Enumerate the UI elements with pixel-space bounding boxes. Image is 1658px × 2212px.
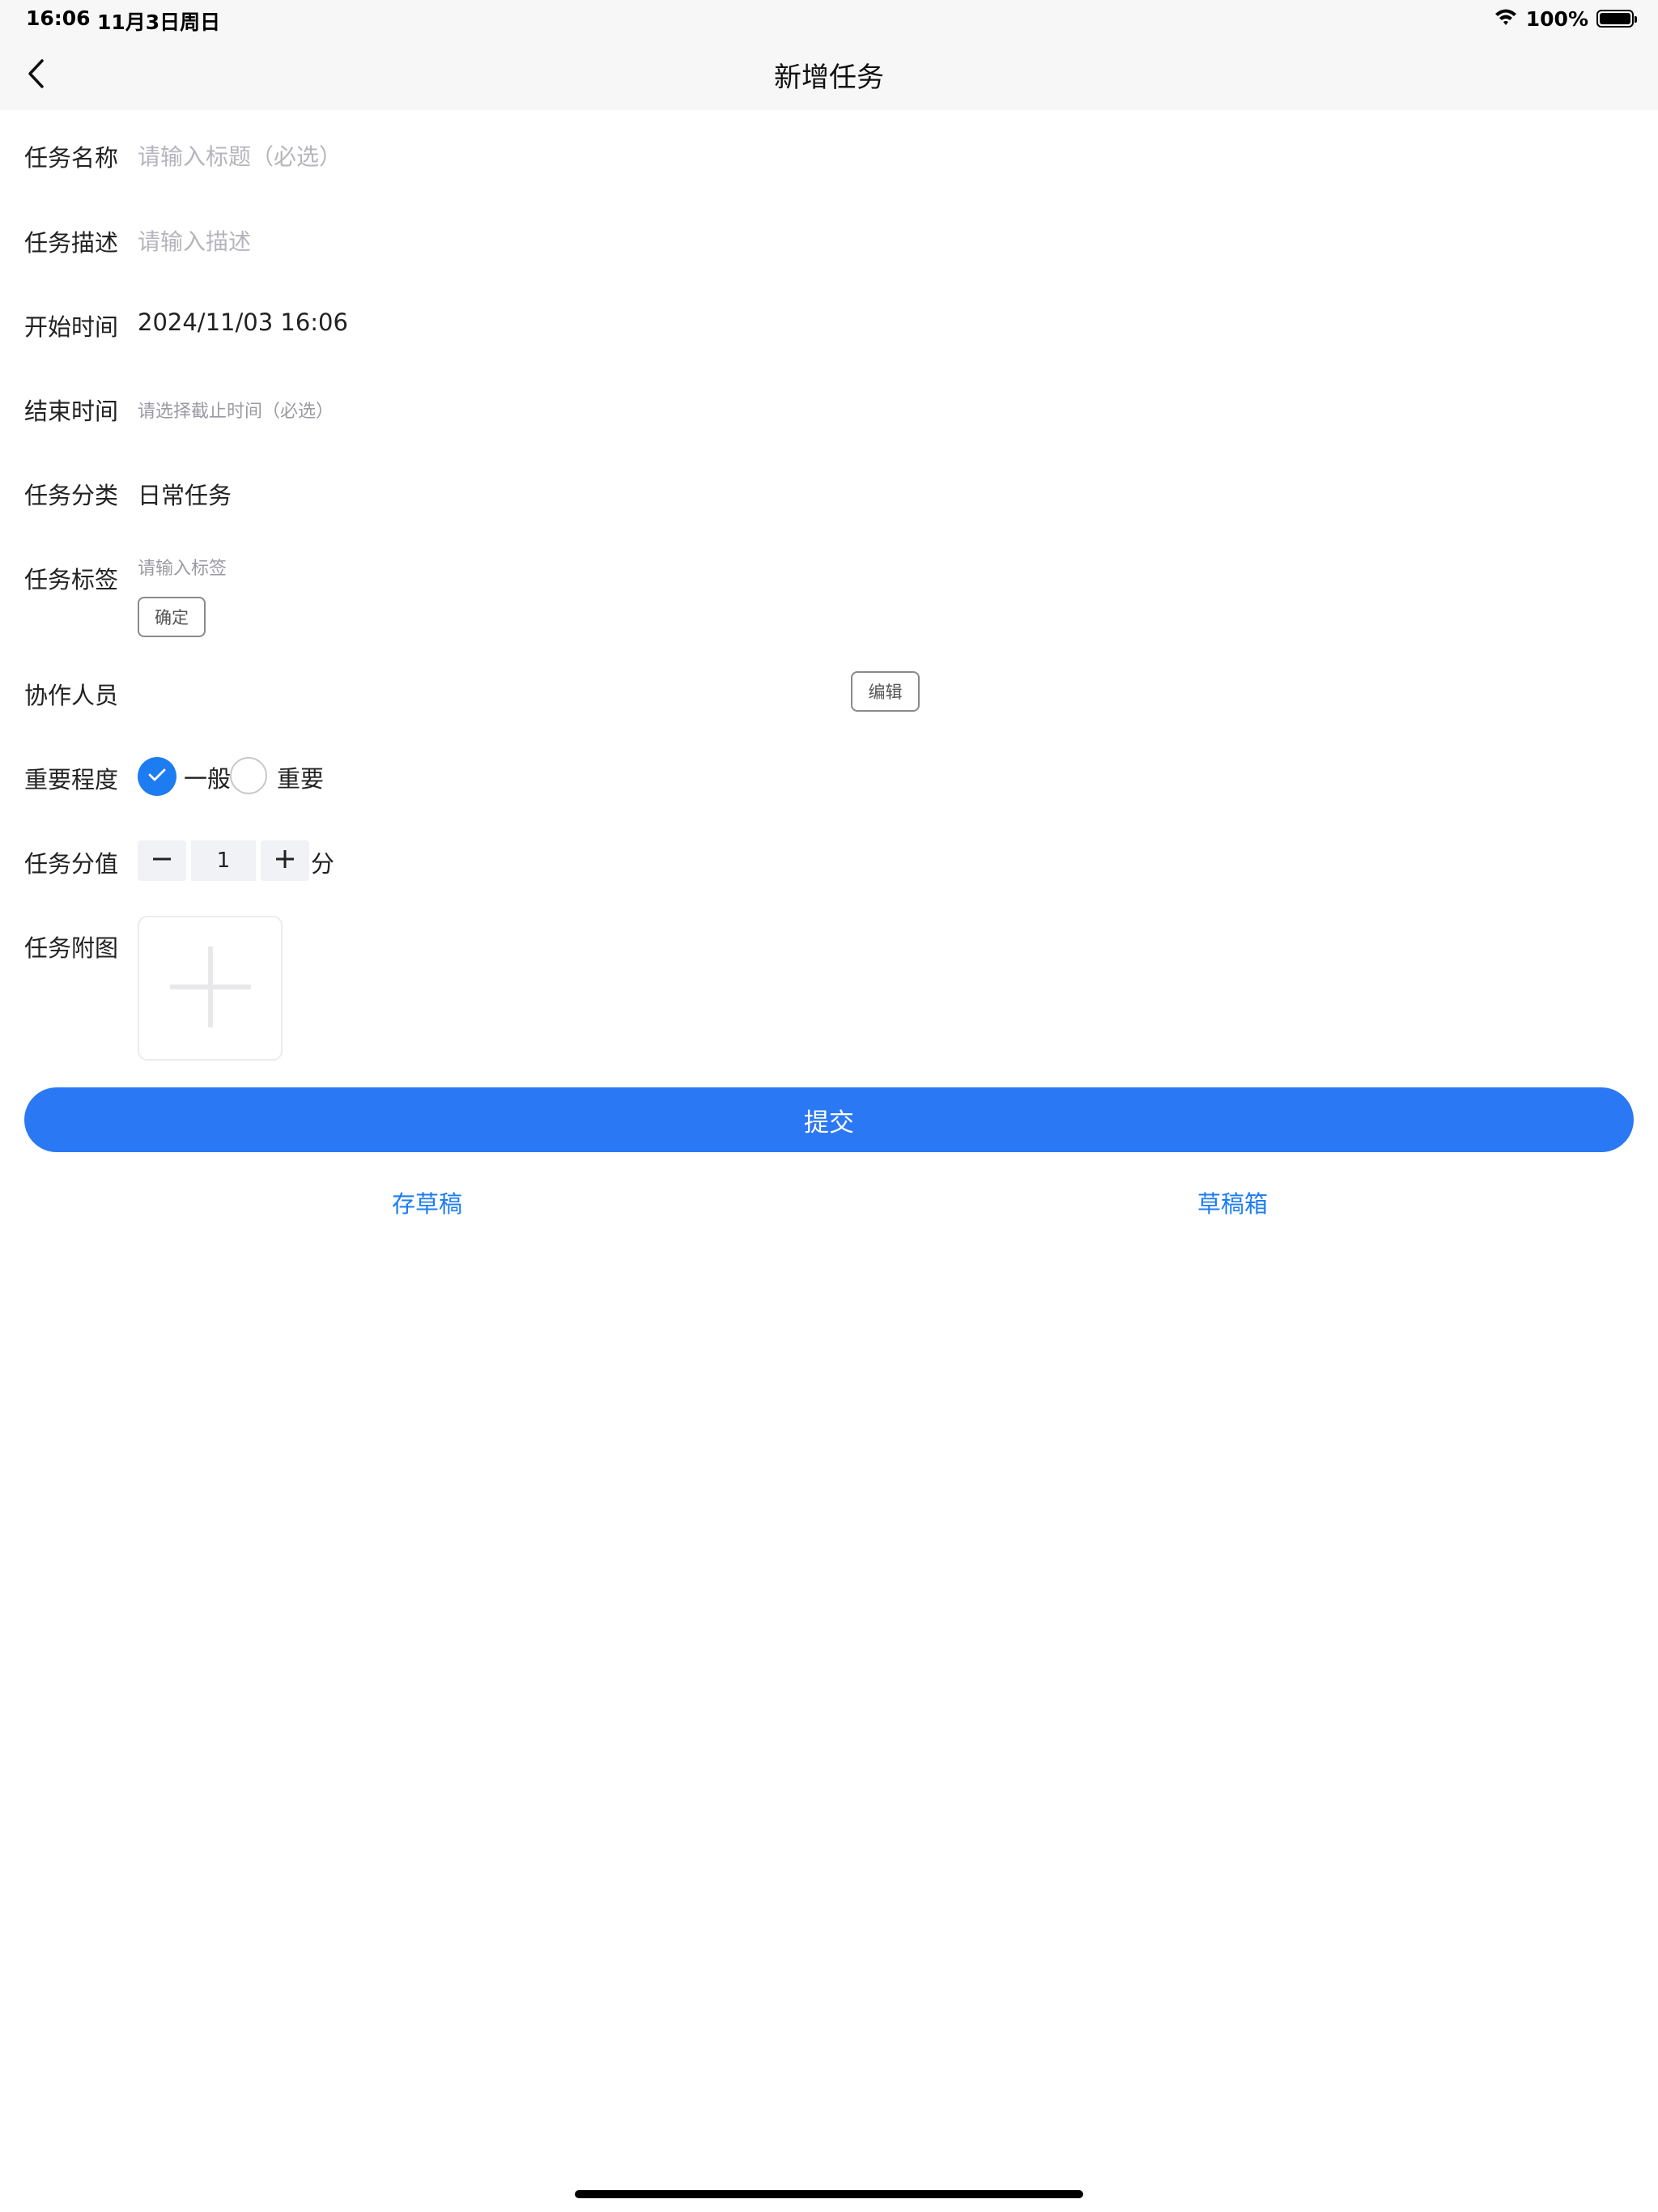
tags-input[interactable]: 请输入标签 bbox=[138, 554, 227, 580]
importance-high-radio[interactable] bbox=[230, 757, 267, 794]
battery-percent: 100% bbox=[1525, 6, 1588, 31]
plus-icon bbox=[274, 849, 295, 873]
category-label: 任务分类 bbox=[24, 482, 119, 509]
score-increment-button[interactable] bbox=[261, 840, 309, 881]
end-time-label: 结束时间 bbox=[24, 398, 119, 425]
start-time-label: 开始时间 bbox=[24, 313, 119, 341]
top-bar: 16:06 11月3日周日 100% 新增任务 bbox=[0, 0, 1658, 110]
category-value[interactable]: 日常任务 bbox=[138, 477, 232, 511]
task-name-input[interactable]: 请输入标题（必选） bbox=[138, 139, 342, 172]
task-desc-input[interactable]: 请输入描述 bbox=[138, 224, 251, 257]
wifi-icon bbox=[1494, 7, 1518, 30]
tags-label: 任务标签 bbox=[24, 566, 119, 593]
attachment-label: 任务附图 bbox=[24, 934, 119, 962]
battery-icon bbox=[1596, 10, 1637, 28]
task-desc-label: 任务描述 bbox=[24, 229, 119, 257]
page-title: 新增任务 bbox=[774, 62, 884, 94]
importance-label: 重要程度 bbox=[24, 766, 119, 793]
status-time: 16:06 bbox=[26, 6, 91, 30]
task-name-label: 任务名称 bbox=[24, 144, 119, 172]
save-draft-link[interactable]: 存草稿 bbox=[392, 1185, 462, 1219]
minus-icon bbox=[151, 849, 172, 873]
attachment-upload-button[interactable] bbox=[138, 916, 283, 1061]
home-indicator bbox=[575, 2190, 1083, 2198]
end-time-picker[interactable]: 请选择截止时间（必选） bbox=[138, 397, 334, 423]
importance-normal-radio[interactable] bbox=[138, 757, 176, 796]
score-value[interactable]: 1 bbox=[191, 840, 256, 881]
submit-button[interactable]: 提交 bbox=[24, 1087, 1634, 1152]
collaborators-edit-button[interactable]: 编辑 bbox=[851, 671, 920, 712]
start-time-value[interactable]: 2024/11/03 16:06 bbox=[138, 308, 348, 336]
check-icon bbox=[147, 767, 167, 786]
collaborators-label: 协作人员 bbox=[24, 682, 119, 709]
status-indicators: 100% bbox=[1494, 5, 1637, 32]
tags-confirm-button[interactable]: 确定 bbox=[138, 597, 206, 637]
status-date: 11月3日周日 bbox=[97, 11, 221, 34]
importance-normal-text: 一般 bbox=[184, 765, 232, 793]
draft-box-link[interactable]: 草稿箱 bbox=[1197, 1185, 1268, 1219]
score-label: 任务分值 bbox=[24, 850, 119, 878]
add-image-plus-icon bbox=[168, 945, 253, 1032]
score-decrement-button[interactable] bbox=[138, 840, 186, 881]
importance-high-text: 重要 bbox=[277, 765, 325, 793]
score-unit: 分 bbox=[311, 850, 335, 878]
